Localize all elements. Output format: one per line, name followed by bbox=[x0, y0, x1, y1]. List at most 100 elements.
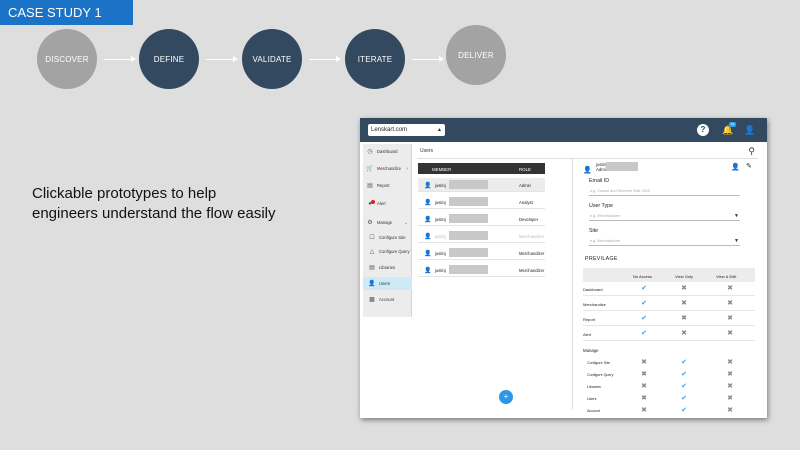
sidebar-item-label: Alert bbox=[377, 201, 386, 206]
member-name: justinj bbox=[435, 200, 446, 205]
check-icon[interactable]: ✔ bbox=[640, 330, 648, 337]
check-icon[interactable]: ✔ bbox=[680, 359, 688, 366]
list-item[interactable]: 👤 justinj Developer bbox=[418, 212, 545, 226]
caption-line-2: engineers understand the flow easily bbox=[32, 205, 276, 222]
manage-label: Manage bbox=[583, 348, 599, 353]
chevron-down-icon: ⌄ bbox=[403, 219, 408, 226]
permission-row: Account ✖ ✔ ✖ bbox=[583, 404, 755, 418]
sidebar-item-account[interactable]: ▩ Account bbox=[363, 293, 412, 306]
cross-icon[interactable]: ✖ bbox=[640, 359, 648, 366]
avatar-icon: 👤 bbox=[583, 167, 592, 174]
sidebar-item-libraries[interactable]: ▤ Libraries bbox=[363, 261, 412, 274]
member-role: Admin bbox=[519, 183, 531, 188]
report-icon: ▤ bbox=[367, 183, 373, 189]
list-item[interactable]: 👤 justinj Admin bbox=[418, 178, 545, 192]
cross-icon[interactable]: ✖ bbox=[726, 395, 734, 402]
user-type-select[interactable]: e.g. Merchandizer ▼ bbox=[589, 211, 740, 221]
panel-divider bbox=[572, 159, 573, 409]
step-define: DEFINE bbox=[139, 29, 199, 89]
page-header: Users ⚲ bbox=[417, 143, 758, 159]
email-field[interactable]: e.g. Casual and Summer Sale 2019 bbox=[589, 186, 740, 196]
member-role: Developer bbox=[519, 217, 539, 222]
check-icon[interactable]: ✔ bbox=[640, 285, 648, 292]
caption-line-1: Clickable prototypes to help bbox=[32, 185, 217, 202]
step-discover: DISCOVER bbox=[37, 29, 97, 89]
libraries-icon: ▤ bbox=[369, 265, 375, 271]
edit-icon[interactable]: ✎ bbox=[746, 162, 752, 170]
step-deliver: DELIVER bbox=[446, 25, 506, 85]
top-bar: Lenskart.com ▲ ? 🔔 34 👤 bbox=[360, 118, 767, 142]
site-select[interactable]: Lenskart.com ▲ bbox=[368, 124, 445, 136]
step-arrow bbox=[206, 56, 238, 62]
add-user-button[interactable]: + bbox=[499, 390, 513, 404]
cross-icon[interactable]: ✖ bbox=[726, 285, 734, 292]
check-icon[interactable]: ✔ bbox=[680, 407, 688, 414]
sidebar-item-label: Configure Query bbox=[379, 249, 410, 254]
members-list: MEMBER ROLE 👤 justinj Admin 👤 justinj Analys… bbox=[418, 163, 545, 408]
cross-icon[interactable]: ✖ bbox=[726, 407, 734, 414]
cross-icon[interactable]: ✖ bbox=[726, 383, 734, 390]
cross-icon[interactable]: ✖ bbox=[680, 315, 688, 322]
cross-icon[interactable]: ✖ bbox=[640, 383, 648, 390]
search-icon[interactable]: ⚲ bbox=[748, 146, 755, 157]
check-icon[interactable]: ✔ bbox=[640, 300, 648, 307]
check-icon[interactable]: ✔ bbox=[680, 371, 688, 378]
cross-icon[interactable]: ✖ bbox=[640, 371, 648, 378]
help-icon[interactable]: ? bbox=[697, 124, 709, 136]
check-icon[interactable]: ✔ bbox=[680, 395, 688, 402]
list-item[interactable]: 👤 justinj Analyst bbox=[418, 195, 545, 209]
member-role: Merchandizer bbox=[519, 251, 545, 256]
user-icon[interactable]: 👤 bbox=[744, 124, 756, 136]
sidebar-item-manage[interactable]: ⚙ Manage ⌄ bbox=[363, 216, 412, 229]
step-arrow bbox=[412, 56, 444, 62]
app-prototype: Lenskart.com ▲ ? 🔔 34 👤 ◷ Dashboard 🛒 Merc… bbox=[360, 118, 767, 418]
permission-row: Alert ✔ ✖ ✖ bbox=[583, 327, 755, 341]
sidebar-item-alert[interactable]: ● Alert bbox=[363, 197, 412, 210]
sidebar-item-dashboard[interactable]: ◷ Dashboard bbox=[363, 145, 412, 158]
cross-icon[interactable]: ✖ bbox=[640, 407, 648, 414]
gear-icon: ⚙ bbox=[367, 220, 373, 226]
sidebar-item-report[interactable]: ▤ Report bbox=[363, 179, 412, 192]
redacted-block bbox=[449, 248, 488, 257]
cross-icon[interactable]: ✖ bbox=[640, 395, 648, 402]
sidebar-item-merchandize[interactable]: 🛒 Merchandize › bbox=[363, 162, 412, 175]
cross-icon[interactable]: ✖ bbox=[680, 330, 688, 337]
site-placeholder: e.g. Merchandizer bbox=[590, 239, 621, 243]
member-role: Analyst bbox=[519, 200, 533, 205]
cart-icon: 🛒 bbox=[366, 166, 374, 172]
step-validate: VALIDATE bbox=[242, 29, 302, 89]
permission-name: Users bbox=[587, 397, 597, 401]
user-settings-icon[interactable]: 👤 bbox=[731, 163, 740, 171]
cross-icon[interactable]: ✖ bbox=[726, 330, 734, 337]
user-detail-panel: 👤 justinj Admin 👤 ✎ Email ID e.g. Casual… bbox=[579, 159, 759, 414]
cross-icon[interactable]: ✖ bbox=[726, 315, 734, 322]
redacted-block bbox=[606, 162, 638, 171]
sidebar-item-label: Libraries bbox=[379, 265, 396, 270]
permission-name: Report bbox=[583, 317, 596, 322]
sidebar-item-label: Report bbox=[377, 183, 390, 188]
configure-site-icon: ☐ bbox=[369, 235, 375, 241]
column-header-member: MEMBER bbox=[432, 167, 452, 172]
list-item[interactable]: 👤 justinj Merchandizer bbox=[418, 229, 545, 243]
sidebar-item-label: Manage bbox=[377, 220, 393, 225]
site-select-field[interactable]: e.g. Merchandizer ▼ bbox=[589, 236, 740, 246]
email-placeholder: e.g. Casual and Summer Sale 2019 bbox=[590, 189, 651, 193]
check-icon[interactable]: ✔ bbox=[640, 315, 648, 322]
cross-icon[interactable]: ✖ bbox=[726, 359, 734, 366]
check-icon[interactable]: ✔ bbox=[680, 383, 688, 390]
site-select-value: Lenskart.com bbox=[371, 127, 408, 133]
member-name: justinj bbox=[435, 217, 446, 222]
member-role: Merchandizer bbox=[519, 234, 545, 239]
privilege-header: No Access View Only View & Edit bbox=[583, 268, 755, 282]
sidebar-item-configure-site[interactable]: ☐ Configure Site bbox=[363, 231, 412, 244]
users-icon: 👤 bbox=[368, 281, 376, 287]
sidebar: ◷ Dashboard 🛒 Merchandize › ▤ Report ● Alert … bbox=[363, 144, 412, 317]
list-item[interactable]: 👤 justinj Merchandizer bbox=[418, 246, 545, 260]
cross-icon[interactable]: ✖ bbox=[680, 285, 688, 292]
list-item[interactable]: 👤 justinj Merchandizer bbox=[418, 263, 545, 277]
cross-icon[interactable]: ✖ bbox=[680, 300, 688, 307]
sidebar-item-configure-query[interactable]: △ Configure Query bbox=[363, 245, 412, 258]
cross-icon[interactable]: ✖ bbox=[726, 300, 734, 307]
cross-icon[interactable]: ✖ bbox=[726, 371, 734, 378]
sidebar-item-users[interactable]: 👤 Users bbox=[363, 277, 412, 290]
